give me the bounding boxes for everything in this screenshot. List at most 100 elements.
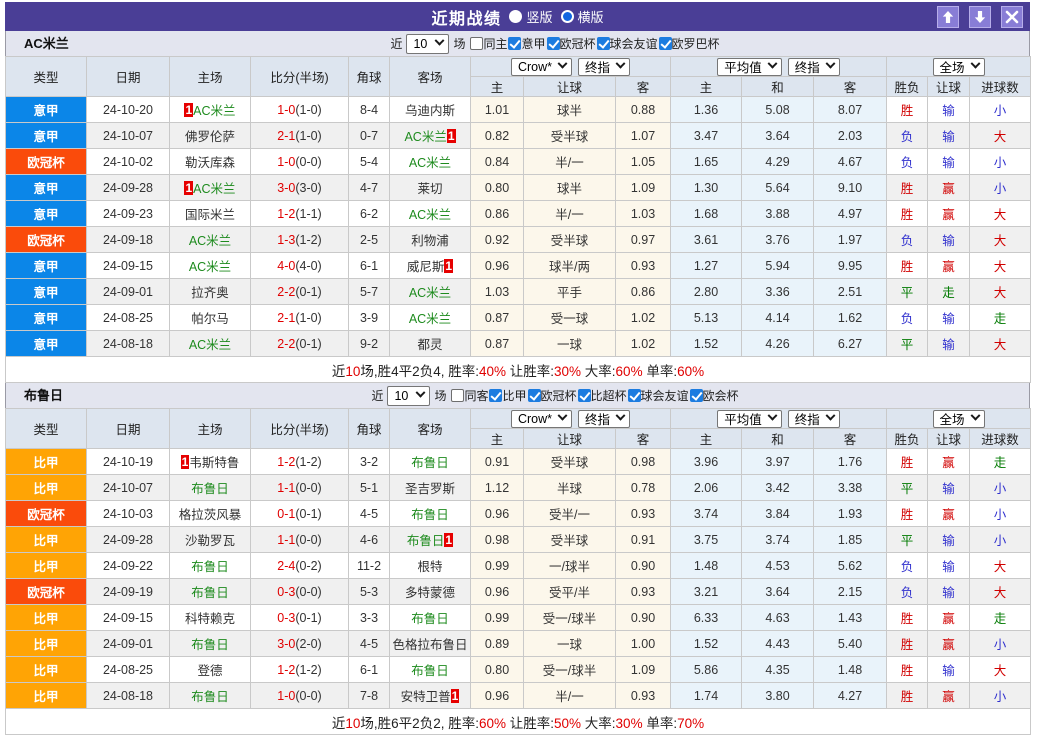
- league-label[interactable]: 比超杯: [591, 387, 627, 404]
- odds-home: 0.96: [471, 579, 524, 605]
- odds-source-select[interactable]: Crow*: [511, 58, 572, 76]
- avg-source-select[interactable]: 平均值: [717, 58, 782, 76]
- full-time-score: 1-1: [277, 533, 295, 547]
- odds-away: 0.88: [616, 97, 671, 123]
- column-header: 比分(半场): [251, 409, 349, 449]
- same-venue-label[interactable]: 同主: [483, 35, 507, 52]
- match-type: 意甲: [6, 279, 87, 305]
- result-goals: 小: [970, 527, 1031, 553]
- same-venue-checkbox[interactable]: [470, 37, 483, 50]
- league-label[interactable]: 球会友谊: [641, 387, 689, 404]
- move-down-button[interactable]: [969, 6, 991, 28]
- avg-source-select-value: 平均值: [724, 409, 762, 428]
- league-label[interactable]: 欧冠杯: [560, 35, 596, 52]
- league-label[interactable]: 欧会杯: [703, 387, 739, 404]
- radio-horizontal-label[interactable]: 横版: [578, 7, 604, 26]
- avg-draw: 3.36: [742, 279, 814, 305]
- odds-away: 1.02: [616, 331, 671, 357]
- recent-count-select[interactable]: 10: [406, 34, 449, 54]
- league-checkbox-意甲[interactable]: [508, 37, 521, 50]
- result-handicap: 输: [928, 227, 970, 253]
- avg-home: 2.80: [671, 279, 742, 305]
- league-checkbox-比超杯[interactable]: [578, 389, 591, 402]
- same-venue-label[interactable]: 同客: [464, 387, 488, 404]
- league-checkbox-欧会杯[interactable]: [690, 389, 703, 402]
- result-outcome: 平: [887, 527, 928, 553]
- odds-source-select-value: Crow*: [518, 60, 552, 74]
- match-date: 24-09-23: [87, 201, 170, 227]
- league-label[interactable]: 欧冠杯: [541, 387, 577, 404]
- league-checkbox-欧冠杯[interactable]: [528, 389, 541, 402]
- odds-time-select[interactable]: 终指: [578, 58, 630, 76]
- corners: 5-1: [349, 475, 390, 501]
- chevron-down-icon: [558, 59, 568, 69]
- summary-segment: 单率:: [643, 716, 678, 731]
- odds-time-select[interactable]: 终指: [578, 410, 630, 428]
- summary-segment: 场,胜4平2负4, 胜率:: [360, 364, 479, 379]
- close-button[interactable]: [1001, 6, 1023, 28]
- full-time-score: 2-2: [277, 285, 295, 299]
- avg-away: 4.97: [814, 201, 887, 227]
- odds-time-select-value: 终指: [585, 57, 610, 76]
- league-checkbox-球会友谊[interactable]: [628, 389, 641, 402]
- league-label[interactable]: 球会友谊: [610, 35, 658, 52]
- score: 2-2(0-1): [251, 331, 349, 357]
- half-time-score: (0-1): [295, 507, 321, 521]
- result-outcome: 胜: [887, 501, 928, 527]
- home-team-name: 登德: [197, 664, 222, 678]
- chevron-down-icon: [435, 36, 445, 46]
- avg-source-select[interactable]: 平均值: [717, 410, 782, 428]
- summary-row: 近10场,胜6平2负2, 胜率:60% 让胜率:50% 大率:30% 单率:70…: [6, 709, 1031, 735]
- match-date: 24-09-22: [87, 553, 170, 579]
- odds-away: 1.09: [616, 175, 671, 201]
- league-checkbox-球会友谊[interactable]: [597, 37, 610, 50]
- scope-select[interactable]: 全场: [933, 410, 985, 428]
- scope-select[interactable]: 全场: [933, 58, 985, 76]
- avg-home: 1.52: [671, 631, 742, 657]
- radio-vertical-layout[interactable]: 竖版: [509, 7, 552, 26]
- same-venue-checkbox[interactable]: [451, 389, 464, 402]
- home-team: 拉齐奥: [170, 279, 251, 305]
- move-up-button[interactable]: [937, 6, 959, 28]
- result-outcome: 负: [887, 579, 928, 605]
- odds-home: 0.84: [471, 149, 524, 175]
- match-type: 比甲: [6, 683, 87, 709]
- section-head-0: AC米兰近10场同主意甲欧冠杯球会友谊欧罗巴杯: [5, 31, 1030, 56]
- summary-segment: 30%: [616, 716, 643, 731]
- home-team: AC米兰: [170, 227, 251, 253]
- half-time-score: (1-2): [295, 663, 321, 677]
- away-team-name: AC米兰: [404, 130, 446, 144]
- avg-time-select[interactable]: 终指: [788, 410, 840, 428]
- recent-count-select[interactable]: 10: [387, 386, 430, 406]
- league-label[interactable]: 欧罗巴杯: [672, 35, 720, 52]
- radio-vertical-icon[interactable]: [509, 10, 522, 23]
- match-row: 比甲24-09-15科特赖克0-3(0-1)3-3布鲁日0.99受一/球半0.9…: [6, 605, 1031, 631]
- result-outcome: 胜: [887, 175, 928, 201]
- result-goals: 小: [970, 175, 1031, 201]
- score: 1-1(0-0): [251, 475, 349, 501]
- league-checkbox-欧罗巴杯[interactable]: [659, 37, 672, 50]
- league-label[interactable]: 比甲: [502, 387, 526, 404]
- column-header: 类型: [6, 57, 87, 97]
- result-outcome: 负: [887, 149, 928, 175]
- result-goals: 大: [970, 579, 1031, 605]
- avg-time-select[interactable]: 终指: [788, 58, 840, 76]
- result-handicap: 赢: [928, 253, 970, 279]
- recent-suffix-label: 场: [453, 35, 465, 52]
- league-label[interactable]: 意甲: [521, 35, 545, 52]
- odds-handicap: 受半球: [524, 123, 616, 149]
- avg-dropdown-group: 平均值终指: [671, 57, 887, 77]
- score: 1-2(1-2): [251, 449, 349, 475]
- league-checkbox-欧冠杯[interactable]: [547, 37, 560, 50]
- radio-vertical-label[interactable]: 竖版: [526, 7, 552, 26]
- avg-dropdowns: 平均值 终指: [671, 410, 886, 428]
- radio-horizontal-icon[interactable]: [561, 10, 574, 23]
- summary-cell: 近10场,胜4平2负4, 胜率:40% 让胜率:30% 大率:60% 单率:60…: [6, 357, 1031, 383]
- odds-home: 0.87: [471, 305, 524, 331]
- radio-horizontal-layout[interactable]: 横版: [561, 7, 604, 26]
- match-row: 欧冠杯24-09-19布鲁日0-3(0-0)5-3多特蒙德0.96受平/半0.9…: [6, 579, 1031, 605]
- match-date: 24-08-18: [87, 331, 170, 357]
- league-checkbox-比甲[interactable]: [489, 389, 502, 402]
- match-type: 欧冠杯: [6, 149, 87, 175]
- odds-source-select[interactable]: Crow*: [511, 410, 572, 428]
